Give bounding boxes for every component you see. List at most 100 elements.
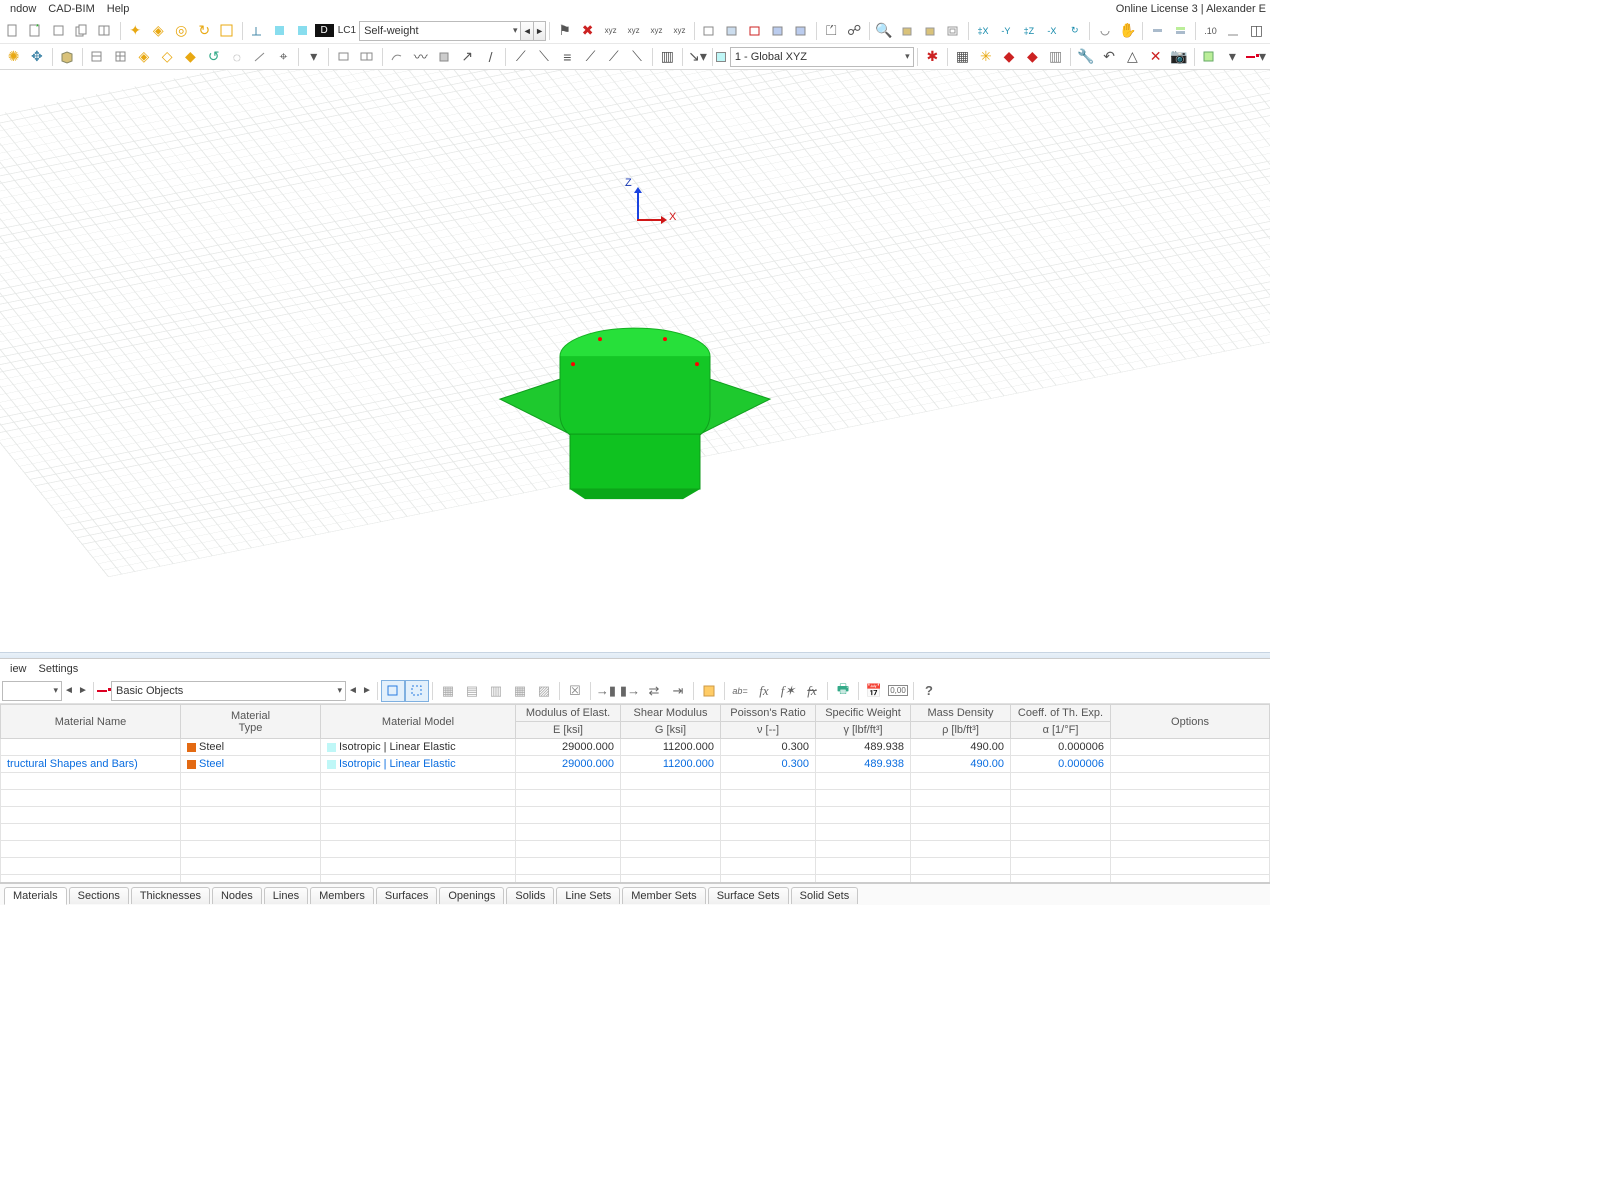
prism3-icon[interactable]: [745, 20, 766, 42]
axes-z-icon[interactable]: ‡Z: [1018, 20, 1039, 42]
cs-edit-icon[interactable]: ✱: [922, 46, 943, 68]
ln5-icon[interactable]: ⟋: [603, 46, 624, 68]
axes-rot-icon[interactable]: ↻: [1064, 20, 1085, 42]
pt-add-icon[interactable]: ▦: [436, 680, 460, 702]
pt-cell-icon[interactable]: ▨: [532, 680, 556, 702]
table-row-empty[interactable]: [1, 824, 1270, 841]
prism4-icon[interactable]: [768, 20, 789, 42]
wrench-icon[interactable]: 🔧: [1075, 46, 1096, 68]
tab-surface-sets[interactable]: Surface Sets: [708, 887, 789, 904]
panel-menu-settings[interactable]: Settings: [33, 663, 85, 675]
axes-mx-icon[interactable]: -X: [1041, 20, 1062, 42]
pan-icon[interactable]: ✋: [1117, 20, 1138, 42]
prism2-icon[interactable]: [722, 20, 743, 42]
mirror-icon[interactable]: △: [1122, 46, 1143, 68]
tab-members[interactable]: Members: [310, 887, 374, 904]
col-nu[interactable]: Poisson's Ratio: [721, 705, 816, 722]
delete-icon[interactable]: ✕: [1145, 46, 1166, 68]
table-row-empty[interactable]: [1, 858, 1270, 875]
mesh4-icon[interactable]: ◇: [157, 46, 178, 68]
solid-model[interactable]: [485, 294, 785, 517]
layer2-icon[interactable]: [1170, 20, 1191, 42]
g4-icon[interactable]: ◆: [1022, 46, 1043, 68]
panel-next1[interactable]: ►: [76, 681, 90, 701]
mesh3-icon[interactable]: ◈: [133, 46, 154, 68]
axes-y-icon[interactable]: -Y: [995, 20, 1016, 42]
select-mode-icon[interactable]: [381, 680, 405, 702]
support-icon[interactable]: ⏍: [821, 20, 842, 42]
panel-next2[interactable]: ►: [360, 681, 374, 701]
arrowdd-icon[interactable]: ↘▾: [687, 46, 708, 68]
col-type[interactable]: MaterialType: [181, 705, 321, 739]
move-icon[interactable]: ✥: [26, 46, 47, 68]
camera-icon[interactable]: 📷: [1168, 46, 1189, 68]
pt-color-icon[interactable]: [697, 680, 721, 702]
cube4-icon[interactable]: [433, 46, 454, 68]
calendar-icon[interactable]: 📅: [862, 680, 886, 702]
xmark-icon[interactable]: ✖: [577, 20, 598, 42]
tab-lines[interactable]: Lines: [264, 887, 308, 904]
cube3-icon[interactable]: [943, 20, 964, 42]
new-star-icon[interactable]: *: [26, 20, 47, 42]
g1-icon[interactable]: ▦: [952, 46, 973, 68]
menu-cadbim[interactable]: CAD-BIM: [42, 3, 100, 15]
mesh5-icon[interactable]: ◆: [180, 46, 201, 68]
ln3-icon[interactable]: ≡: [557, 46, 578, 68]
format-icon[interactable]: 0,00: [886, 680, 910, 702]
ln4-icon[interactable]: ⟋: [580, 46, 601, 68]
table-row-empty[interactable]: [1, 773, 1270, 790]
prism5-icon[interactable]: [791, 20, 812, 42]
menu-help[interactable]: Help: [101, 3, 136, 15]
pt-row-icon[interactable]: ▥: [484, 680, 508, 702]
pt-x-icon[interactable]: ☒: [563, 680, 587, 702]
tab-solids[interactable]: Solids: [506, 887, 554, 904]
ln6-icon[interactable]: ⟍: [626, 46, 647, 68]
pt-col-icon[interactable]: ▦: [508, 680, 532, 702]
g5-icon[interactable]: ▥: [1045, 46, 1066, 68]
curve2-icon[interactable]: 〰: [410, 46, 431, 68]
tab-materials[interactable]: Materials: [4, 887, 67, 905]
xyz2-icon[interactable]: xyz: [623, 20, 644, 42]
col-alpha[interactable]: Coeff. of Th. Exp.: [1011, 705, 1111, 722]
select-mode2-icon[interactable]: [405, 680, 429, 702]
table-row-empty[interactable]: [1, 841, 1270, 858]
plate1-icon[interactable]: [333, 46, 354, 68]
tab-openings[interactable]: Openings: [439, 887, 504, 904]
mesh6-icon[interactable]: ↺: [203, 46, 224, 68]
loadcase-dropdown[interactable]: Self-weight: [359, 21, 521, 41]
bolt2-icon[interactable]: ◈: [148, 20, 169, 42]
xyz4-icon[interactable]: xyz: [669, 20, 690, 42]
bolt4-icon[interactable]: [217, 20, 238, 42]
g2-icon[interactable]: ✳: [975, 46, 996, 68]
cube2-icon[interactable]: [920, 20, 941, 42]
arrow-tool-icon[interactable]: ↗: [457, 46, 478, 68]
fx-ab-icon[interactable]: ab=: [728, 680, 752, 702]
tab-member-sets[interactable]: Member Sets: [622, 887, 705, 904]
xyz3-icon[interactable]: xyz: [646, 20, 667, 42]
line-tool-icon[interactable]: /: [480, 46, 501, 68]
zoom-icon[interactable]: 🔍: [874, 20, 895, 42]
catalog-icon[interactable]: [95, 20, 116, 42]
table-row[interactable]: tructural Shapes and Bars)SteelIsotropic…: [1, 756, 1270, 773]
col-model[interactable]: Material Model: [321, 705, 516, 739]
bolt3-icon[interactable]: ↻: [194, 20, 215, 42]
col-rho[interactable]: Mass Density: [911, 705, 1011, 722]
prism1-icon[interactable]: [699, 20, 720, 42]
drawline-icon[interactable]: ▾: [1245, 46, 1267, 68]
col-G[interactable]: Shear Modulus: [621, 705, 721, 722]
g3-icon[interactable]: ◆: [998, 46, 1019, 68]
menu-window[interactable]: ndow: [4, 3, 42, 15]
lc-next-button[interactable]: ►: [533, 21, 546, 41]
pt-in-icon[interactable]: →▮: [594, 680, 618, 702]
flag-icon[interactable]: ⚑: [554, 20, 575, 42]
tab-solid-sets[interactable]: Solid Sets: [791, 887, 859, 904]
sect-icon[interactable]: ▥: [657, 46, 678, 68]
rotate-icon[interactable]: [1094, 20, 1115, 42]
magnify-icon[interactable]: ◎: [171, 20, 192, 42]
spring-icon[interactable]: ☍: [844, 20, 865, 42]
curve1-icon[interactable]: [387, 46, 408, 68]
3d-viewport[interactable]: Z X: [0, 70, 1270, 652]
print-icon[interactable]: 🖶: [831, 680, 855, 702]
panel-combo1[interactable]: [2, 681, 62, 701]
help-icon[interactable]: ?: [917, 680, 941, 702]
